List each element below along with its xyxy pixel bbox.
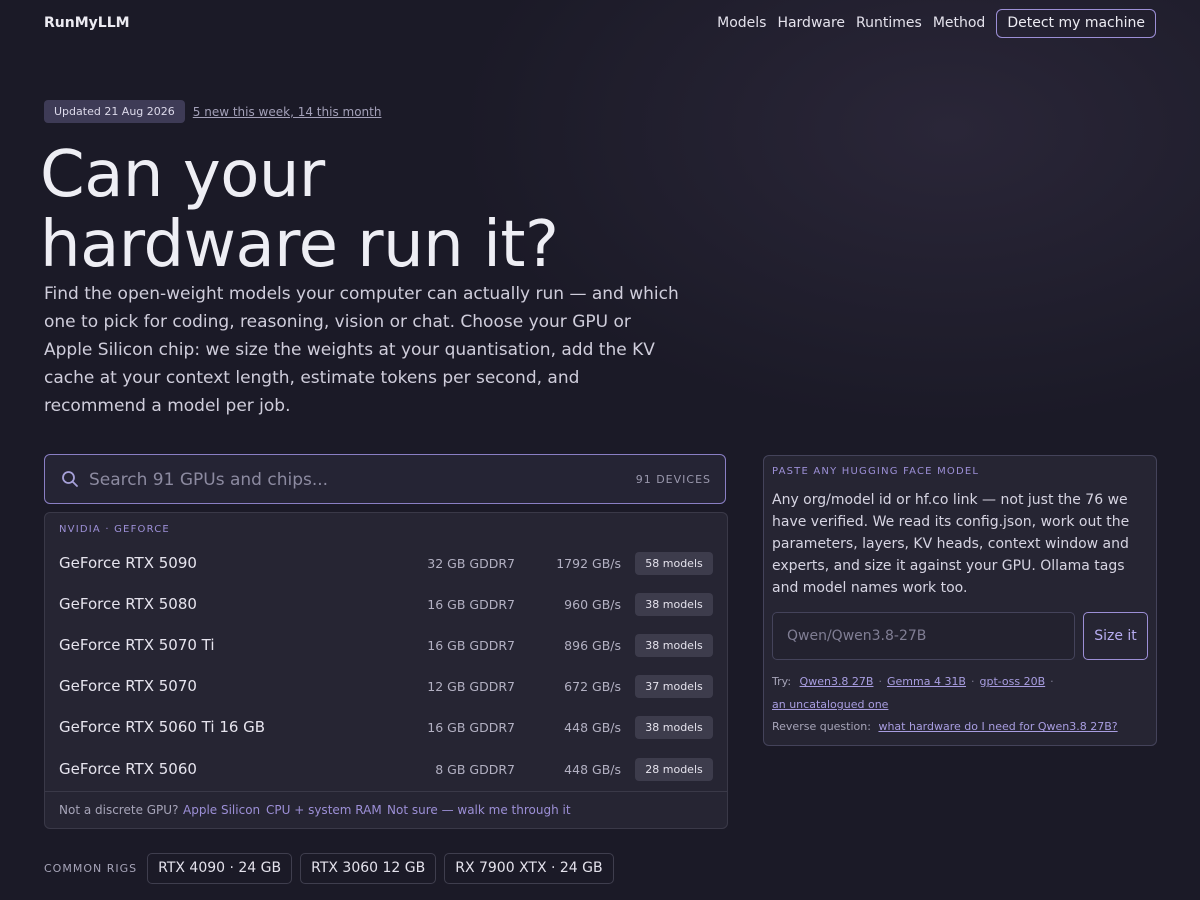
models-count-badge: 38 models [635, 634, 713, 657]
device-name: GeForce RTX 5060 Ti 16 GB [59, 718, 266, 736]
device-memory: 16 GB GDDR7 [427, 720, 515, 735]
models-count-badge: 38 models [635, 716, 713, 739]
device-memory: 8 GB GDDR7 [435, 762, 515, 777]
device-row[interactable]: GeForce RTX 5070 12 GB GDDR7 672 GB/s 37… [45, 666, 727, 707]
device-bandwidth: 896 GB/s [564, 638, 621, 653]
device-bandwidth: 448 GB/s [564, 762, 621, 777]
new-models-link[interactable]: 5 new this week, 14 this month [193, 105, 382, 119]
device-name: GeForce RTX 5070 [59, 677, 197, 695]
common-rigs-label: COMMON RIGS [44, 862, 138, 875]
headline-line-2: hardware run it? [40, 208, 559, 282]
device-bandwidth: 672 GB/s [564, 679, 621, 694]
page-title: Can your hardware run it? [40, 138, 559, 282]
detect-machine-button[interactable]: Detect my machine [996, 8, 1156, 38]
device-row[interactable]: GeForce RTX 5060 Ti 16 GB 16 GB GDDR7 44… [45, 707, 727, 748]
device-memory: 32 GB GDDR7 [427, 556, 515, 571]
device-name: GeForce RTX 5090 [59, 554, 197, 572]
device-bandwidth: 448 GB/s [564, 720, 621, 735]
walk-me-through-link[interactable]: Not sure — walk me through it [387, 803, 571, 817]
updated-badge: Updated 21 Aug 2026 [44, 100, 185, 123]
reverse-question-link[interactable]: what hardware do I need for Qwen3.8 27B? [878, 720, 1117, 733]
hf-panel-description: Any org/model id or hf.co link — not jus… [772, 492, 1130, 596]
size-it-button[interactable]: Size it [1083, 612, 1148, 660]
device-memory: 16 GB GDDR7 [427, 597, 515, 612]
common-rigs: COMMON RIGS RTX 4090 · 24 GB RTX 3060 12… [44, 853, 622, 884]
device-name: GeForce RTX 5080 [59, 595, 197, 613]
device-row[interactable]: GeForce RTX 5090 32 GB GDDR7 1792 GB/s 5… [45, 543, 727, 584]
reverse-label: Reverse question: [772, 720, 871, 733]
models-count-badge: 37 models [635, 675, 713, 698]
footer-question: Not a discrete GPU? [59, 803, 179, 817]
hf-model-input[interactable] [772, 612, 1075, 660]
brand-logo[interactable]: RunMyLLM [44, 15, 130, 31]
rig-chip-rtx-4090[interactable]: RTX 4090 · 24 GB [147, 853, 293, 884]
try-link-uncatalogued[interactable]: an uncatalogued one [772, 698, 888, 711]
headline-line-1: Can your [40, 138, 325, 212]
dropdown-footer: Not a discrete GPU? Apple Silicon CPU + … [45, 791, 727, 829]
models-count-badge: 58 models [635, 552, 713, 575]
device-name: GeForce RTX 5070 Ti [59, 636, 215, 654]
cpu-ram-link[interactable]: CPU + system RAM [266, 803, 382, 817]
update-row: Updated 21 Aug 2026 5 new this week, 14 … [44, 100, 381, 123]
device-row[interactable]: GeForce RTX 5060 8 GB GDDR7 448 GB/s 28 … [45, 749, 727, 790]
device-row[interactable]: GeForce RTX 5070 Ti 16 GB GDDR7 896 GB/s… [45, 625, 727, 666]
search-input[interactable] [87, 465, 611, 495]
device-dropdown: NVIDIA · GEFORCE GeForce RTX 5090 32 GB … [44, 512, 728, 829]
device-bandwidth: 1792 GB/s [556, 556, 621, 571]
try-link-gpt-oss[interactable]: gpt-oss 20B [979, 675, 1045, 688]
apple-silicon-link[interactable]: Apple Silicon [183, 803, 260, 817]
device-row[interactable]: GeForce RTX 5080 16 GB GDDR7 960 GB/s 38… [45, 584, 727, 625]
models-count-badge: 38 models [635, 593, 713, 616]
models-count-badge: 28 models [635, 758, 713, 781]
reverse-question: Reverse question: what hardware do I nee… [772, 720, 1118, 733]
device-bandwidth: 960 GB/s [564, 597, 621, 612]
try-examples: Try: Qwen3.8 27B · Gemma 4 31B · gpt-oss 20B… [772, 675, 1054, 711]
rig-chip-rtx-3060[interactable]: RTX 3060 12 GB [300, 853, 437, 884]
hf-model-panel: PASTE ANY HUGGING FACE MODEL Any org/mod… [763, 455, 1157, 746]
group-label: NVIDIA · GEFORCE [59, 524, 170, 535]
try-label: Try: [772, 675, 792, 688]
rig-chip-rx-7900-xtx[interactable]: RX 7900 XTX · 24 GB [444, 853, 614, 884]
device-count: 91 DEVICES [635, 473, 711, 486]
nav-link-hardware[interactable]: Hardware [777, 8, 845, 38]
hero-description: Find the open-weight models your compute… [44, 284, 679, 416]
device-memory: 12 GB GDDR7 [427, 679, 515, 694]
top-nav: RunMyLLM Models Hardware Runtimes Method… [0, 0, 1200, 46]
try-link-qwen[interactable]: Qwen3.8 27B [800, 675, 874, 688]
nav-link-runtimes[interactable]: Runtimes [856, 8, 922, 38]
nav-links: Models Hardware Runtimes Method Detect m… [706, 8, 1156, 38]
device-memory: 16 GB GDDR7 [427, 638, 515, 653]
search-icon [62, 471, 78, 487]
nav-link-models[interactable]: Models [717, 8, 766, 38]
hf-panel-label: PASTE ANY HUGGING FACE MODEL [772, 466, 980, 477]
nav-link-method[interactable]: Method [933, 8, 986, 38]
try-link-gemma[interactable]: Gemma 4 31B [887, 675, 966, 688]
device-search[interactable]: 91 DEVICES [44, 454, 726, 504]
device-name: GeForce RTX 5060 [59, 760, 197, 778]
